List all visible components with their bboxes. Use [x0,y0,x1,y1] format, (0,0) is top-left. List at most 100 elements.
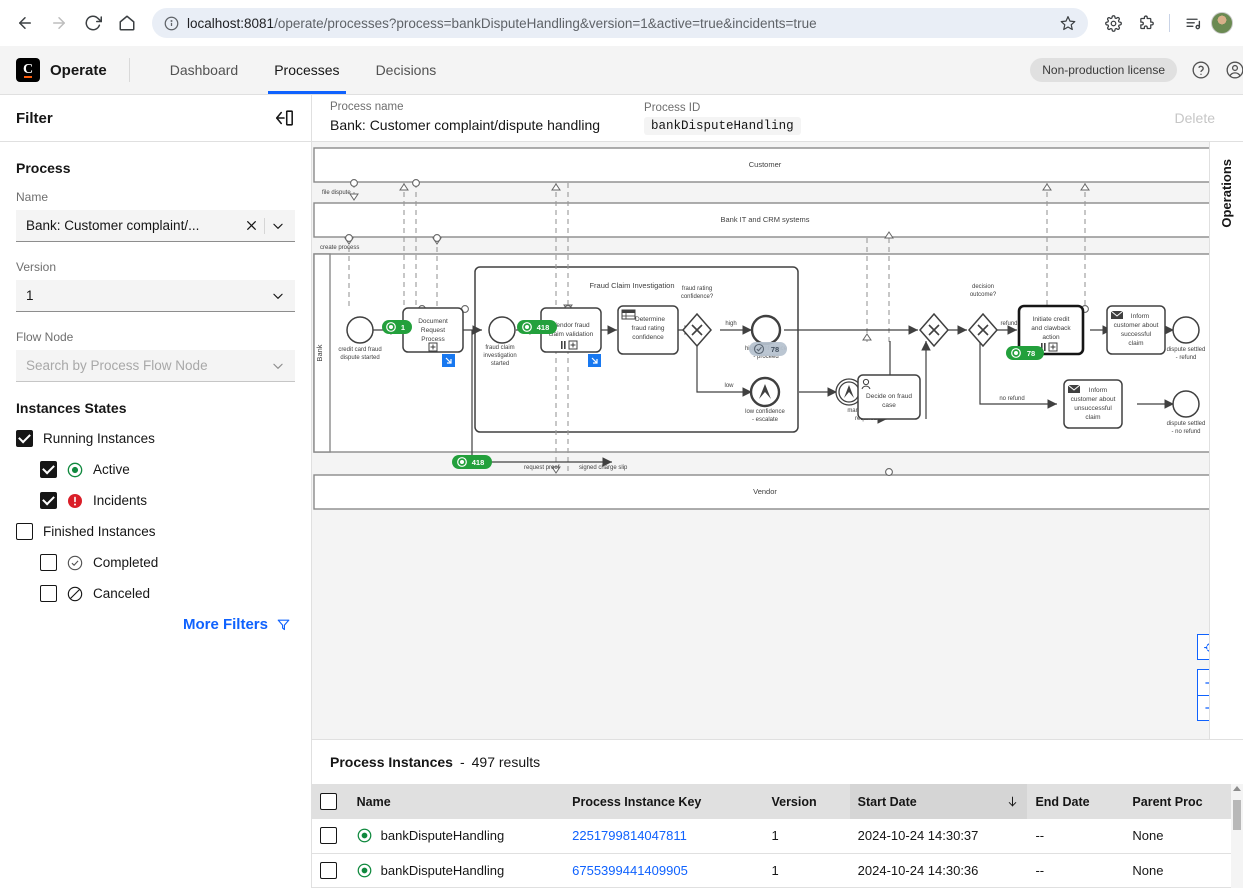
flow-node-field-label: Flow Node [16,330,74,344]
checkbox-box[interactable] [16,430,33,447]
brand[interactable]: C Operate [16,58,107,82]
back-arrow-icon[interactable] [10,8,40,38]
svg-text:customer about: customer about [1114,322,1159,329]
reading-list-icon[interactable] [1178,8,1208,38]
help-circle-icon[interactable] [1191,60,1211,80]
filter-title: Filter [16,109,53,127]
scrollbar-thumb[interactable] [1233,800,1241,830]
checkbox-box[interactable] [40,492,57,509]
task-inform-customer-successful[interactable]: Inform customer about successful claim [1106,305,1166,355]
column-header-version[interactable]: Version [763,784,850,819]
home-icon[interactable] [112,8,142,38]
row-select-cell[interactable] [312,819,349,854]
checkbox-completed[interactable]: Completed [40,554,295,571]
clear-icon[interactable] [245,219,258,232]
delete-button[interactable]: Delete [1175,110,1225,126]
site-info-icon[interactable] [164,16,179,31]
tab-decisions[interactable]: Decisions [358,46,455,94]
process-header: Process name Bank: Customer complaint/di… [312,95,1243,142]
task-decide-on-fraud-case[interactable]: Decide on fraud case [857,374,921,420]
svg-text:- no refund: - no refund [1171,429,1200,435]
checkbox-canceled[interactable]: Canceled [40,585,295,602]
completed-icon [67,555,83,571]
pool-customer: Customer [313,147,1218,183]
gear-icon[interactable] [1098,8,1128,38]
instance-name: bankDisputeHandling [380,862,505,878]
bookmark-star-icon[interactable] [1060,15,1076,31]
gateway-label-line1: decision [972,284,994,290]
svg-text:investigation: investigation [483,353,516,359]
process-name-select[interactable]: Bank: Customer complaint/... [16,210,295,242]
checkbox-box[interactable] [320,861,337,879]
row-select-cell[interactable] [312,853,349,888]
filter-header: Filter [0,95,311,142]
column-header-start-date[interactable]: Start Date [849,784,1028,819]
column-header-end-date[interactable]: End Date [1027,784,1125,819]
checkbox-box[interactable] [40,461,57,478]
table-scrollbar[interactable] [1231,784,1243,888]
task-inform-customer-unsuccessful[interactable]: Inform customer about unsuccessful claim [1063,379,1123,429]
more-filters-label: More Filters [182,616,268,633]
table-header-row: Name Process Instance Key Version Start … [312,784,1243,819]
cell-process-instance-key[interactable]: 6755399441409905 [564,853,764,888]
column-header-parent-process[interactable]: Parent Proc [1124,784,1243,819]
checkbox-box[interactable] [320,827,337,845]
checkbox-box[interactable] [320,793,337,810]
forward-arrow-icon[interactable] [44,8,74,38]
badge-active-78[interactable]: 78 [1006,346,1044,360]
cell-start-date: 2024-10-24 14:30:37 [849,819,1028,854]
table-row[interactable]: bankDisputeHandling 6755399441409905 1 2… [312,853,1243,888]
active-icon [357,828,372,843]
flow-node-select[interactable]: Search by Process Flow Node [16,350,295,382]
version-select[interactable]: 1 [16,280,295,312]
instance-key-link[interactable]: 6755399441409905 [572,863,688,878]
instance-key-link[interactable]: 2251799814047811 [572,828,687,843]
chevron-down-icon[interactable] [271,289,285,303]
cell-end-date: -- [1027,819,1125,854]
scroll-up-arrow-icon[interactable] [1233,786,1241,791]
profile-avatar[interactable] [1211,12,1233,34]
badge-completed-78[interactable]: 78 [749,342,787,356]
more-filters-button[interactable]: More Filters [16,616,295,633]
select-all-header[interactable] [312,784,349,819]
pool-bank-it: Bank IT and CRM systems [313,202,1218,238]
reload-icon[interactable] [78,8,108,38]
incident-icon [67,493,83,509]
checkbox-box[interactable] [40,585,57,602]
table-row[interactable]: bankDisputeHandling 2251799814047811 1 2… [312,819,1243,854]
badge-active-418-task[interactable]: 418 [517,320,557,334]
task-document-request-process[interactable]: Document Request Process [402,307,464,353]
checkbox-finished-instances[interactable]: Finished Instances [16,523,295,540]
bpmn-diagram[interactable]: Customer Bank IT and CRM systems Vendor … [312,142,1243,740]
column-header-label: Start Date [857,794,917,809]
column-header-process-instance-key[interactable]: Process Instance Key [564,784,764,819]
checkbox-incidents[interactable]: Incidents [40,492,295,509]
collapse-panel-icon[interactable] [273,108,295,128]
badge-active-418-flow[interactable]: 418 [452,455,492,469]
instances-separator: - [459,754,465,770]
resize-handle-icon[interactable] [588,354,601,367]
column-header-name[interactable]: Name [348,784,565,819]
tab-dashboard[interactable]: Dashboard [152,46,257,94]
license-badge: Non-production license [1030,58,1177,82]
bpmn-canvas[interactable]: Customer Bank IT and CRM systems Vendor … [312,142,1243,740]
cell-parent-process: None [1124,853,1243,888]
checkbox-active[interactable]: Active [40,461,295,478]
checkbox-box[interactable] [40,554,57,571]
flow-label: signed charge slip [579,465,628,471]
task-determine-fraud-rating-confidence[interactable]: Determine fraud rating confidence [617,305,679,355]
chevron-down-icon[interactable] [271,359,285,373]
address-bar[interactable]: localhost:8081/operate/processes?process… [152,8,1088,38]
extensions-icon[interactable] [1131,8,1161,38]
instances-title: Process Instances [330,754,453,770]
chevron-down-icon[interactable] [271,219,285,233]
badge-active-1[interactable]: 1 [382,320,412,334]
user-circle-icon[interactable] [1225,60,1243,80]
resize-handle-icon[interactable] [442,354,455,367]
operations-panel[interactable]: Operations [1209,142,1243,739]
checkbox-running-instances[interactable]: Running Instances [16,430,295,447]
active-icon [67,462,83,478]
checkbox-box[interactable] [16,523,33,540]
cell-process-instance-key[interactable]: 2251799814047811 [564,819,764,854]
tab-processes[interactable]: Processes [256,46,357,94]
